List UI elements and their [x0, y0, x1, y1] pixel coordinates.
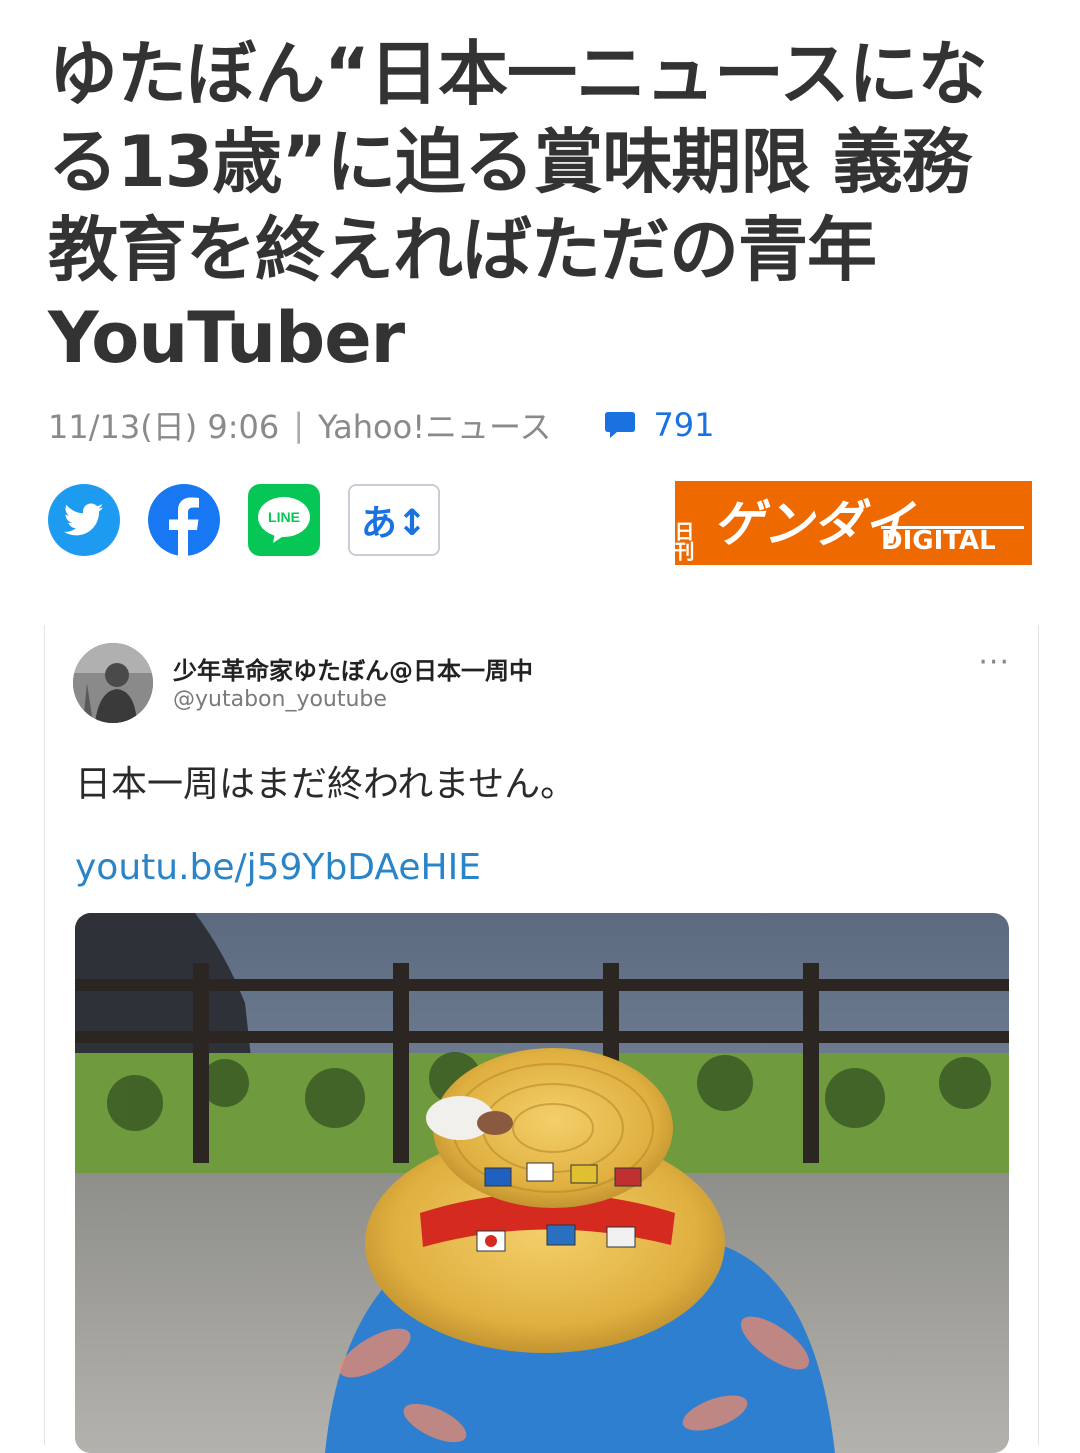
article-meta: 11/13(日) 9:06 | Yahoo!ニュース 791 — [48, 400, 715, 450]
tweet-link[interactable]: youtu.be/j59YbDAeHIE — [75, 847, 481, 888]
meta-separator: | — [293, 406, 305, 444]
tweet-display-name[interactable]: 少年革命家ゆたぼん@日本一周中 — [173, 651, 533, 686]
share-line-button[interactable]: LINE — [248, 484, 320, 556]
nikkan-gendai-logo[interactable]: 日刊 ゲンダイ DIGITAL — [675, 481, 1032, 565]
line-label: LINE — [268, 509, 300, 525]
facebook-f-icon — [169, 497, 199, 556]
twitter-bird-icon — [64, 503, 104, 536]
tweet-text: 日本一周はまだ終われません。 — [75, 764, 577, 805]
logo-sub-text: DIGITAL — [881, 526, 996, 556]
comments-link[interactable]: 791 — [605, 406, 715, 444]
comment-bubble-icon — [605, 412, 636, 438]
tweet-photo[interactable] — [75, 913, 1009, 1453]
share-facebook-button[interactable] — [148, 484, 220, 556]
article-title: ゆたぼん“日本一ニュースになる13歳”に迫る賞味期限 義務教育を終えればただの青… — [48, 33, 988, 379]
more-options-icon[interactable]: ··· — [978, 645, 1010, 680]
font-size-button[interactable]: あ↕ — [348, 484, 440, 556]
logo-small-text: 日刊 — [675, 521, 695, 561]
avatar[interactable] — [73, 643, 153, 723]
embedded-tweet[interactable]: 少年革命家ゆたぼん@日本一周中 @yutabon_youtube ··· 日本一… — [44, 625, 1039, 1453]
tweet-handle[interactable]: @yutabon_youtube — [173, 687, 387, 712]
share-twitter-button[interactable] — [48, 484, 120, 556]
article-source[interactable]: Yahoo!ニュース — [318, 402, 551, 448]
article-date: 11/13(日) 9:06 — [48, 408, 280, 446]
share-bar: LINE あ↕ — [48, 484, 468, 556]
comment-count: 791 — [653, 406, 715, 444]
